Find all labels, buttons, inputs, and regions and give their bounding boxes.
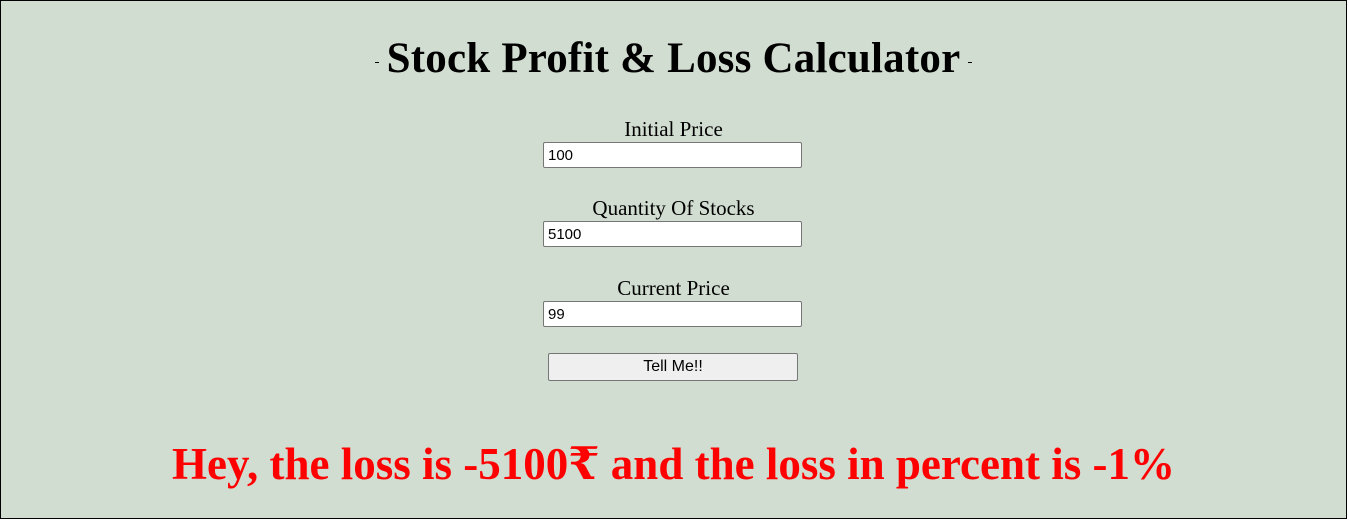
quantity-label: Quantity Of Stocks <box>592 196 755 220</box>
current-price-label: Current Price <box>617 276 730 300</box>
title-row: Stock Profit & Loss Calculator <box>1 35 1346 83</box>
current-price-input[interactable] <box>543 301 802 327</box>
calculator-page: Stock Profit & Loss Calculator Initial P… <box>0 0 1347 519</box>
title-right-dash <box>968 61 973 63</box>
initial-price-input[interactable] <box>543 142 802 168</box>
tell-me-button[interactable]: Tell Me!! <box>548 353 798 381</box>
title-left-dash <box>374 61 379 63</box>
result-message: Hey, the loss is -5100₹ and the loss in … <box>171 439 1176 489</box>
page-title: Stock Profit & Loss Calculator <box>386 35 961 82</box>
quantity-input[interactable] <box>543 221 802 247</box>
initial-price-label: Initial Price <box>624 117 723 141</box>
